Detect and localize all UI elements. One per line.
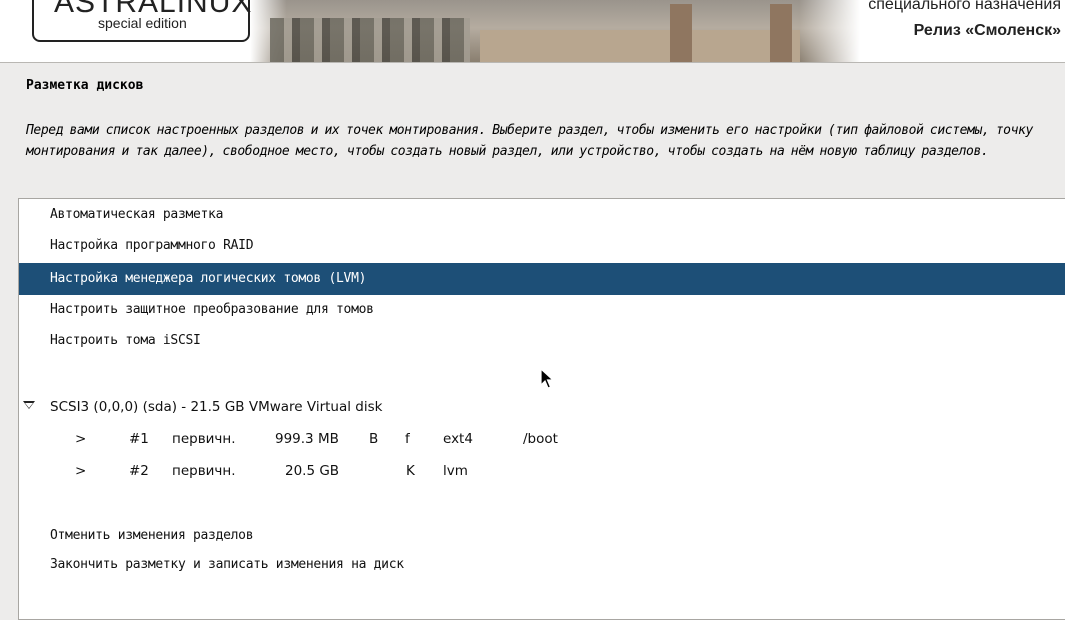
banner-photo-roofs [270,18,470,62]
banner-photo [250,0,860,62]
banner-tagline: специального назначения [868,0,1061,13]
list-item-label: Настройка менеджера логических томов (LV… [50,271,367,286]
partition-flag-bootable: B [369,431,379,447]
partition-type: первичн. [172,463,236,479]
list-item-auto-partition[interactable]: Автоматическая разметка [19,199,1065,231]
banner-photo-wall [480,30,800,62]
partition-filesystem: ext4 [443,431,473,447]
divider [0,62,1065,63]
page-description: Перед вами список настроенных разделов и… [26,123,1033,159]
partition-mount-point: /boot [523,431,558,447]
list-item-encrypted-volumes[interactable]: Настроить защитное преобразование для то… [19,294,1065,326]
partition-number: #1 [129,431,149,447]
partition-arrow: > [75,431,87,447]
partition-filesystem: lvm [443,463,468,479]
partition-type: первичн. [172,431,236,447]
list-item-undo-changes[interactable]: Отменить изменения разделов [19,520,1065,552]
triangle-down-icon[interactable] [23,401,35,409]
partition-flag-keep: K [406,463,415,479]
partition-flag-format: f [405,431,410,447]
list-item-iscsi[interactable]: Настроить тома iSCSI [19,325,1065,357]
list-item-finish-partitioning[interactable]: Закончить разметку и записать изменения … [19,549,1065,581]
banner-photo-tower [770,4,792,62]
disk-row[interactable]: SCSI3 (0,0,0) (sda) - 21.5 GB VMware Vir… [19,391,1065,423]
list-item-label: Настройка программного RAID [50,238,254,253]
mouse-pointer-icon [540,368,555,389]
list-item-software-raid[interactable]: Настройка программного RAID [19,230,1065,262]
partition-arrow: > [75,463,87,479]
page-title: Разметка дисков [26,78,144,93]
banner-photo-tower [670,4,692,62]
header-banner: ASTRALINUX ® special edition специальног… [0,0,1065,62]
partition-row[interactable]: > #2 первичн. 20.5 GB K lvm [19,455,1065,487]
partition-row[interactable]: > #1 первичн. 999.3 MB B f ext4 /boot [19,423,1065,455]
partition-size: 20.5 GB [285,463,340,479]
list-item-label: Настроить тома iSCSI [50,333,201,348]
list-item-lvm-selected[interactable]: Настройка менеджера логических томов (LV… [19,263,1065,295]
partition-size: 999.3 MB [275,431,339,447]
logo-subtitle: special edition [92,15,193,31]
disk-label: SCSI3 (0,0,0) (sda) - 21.5 GB VMware Vir… [50,399,383,415]
partition-number: #2 [129,463,149,479]
partition-list[interactable]: Автоматическая разметка Настройка програ… [18,198,1065,620]
list-item-label: Отменить изменения разделов [50,528,254,543]
banner-release: Релиз «Смоленск» [913,22,1061,39]
list-item-label: Закончить разметку и записать изменения … [50,557,404,572]
list-item-label: Автоматическая разметка [50,207,224,222]
list-item-label: Настроить защитное преобразование для то… [50,302,374,317]
logo: ASTRALINUX ® special edition [32,0,251,42]
